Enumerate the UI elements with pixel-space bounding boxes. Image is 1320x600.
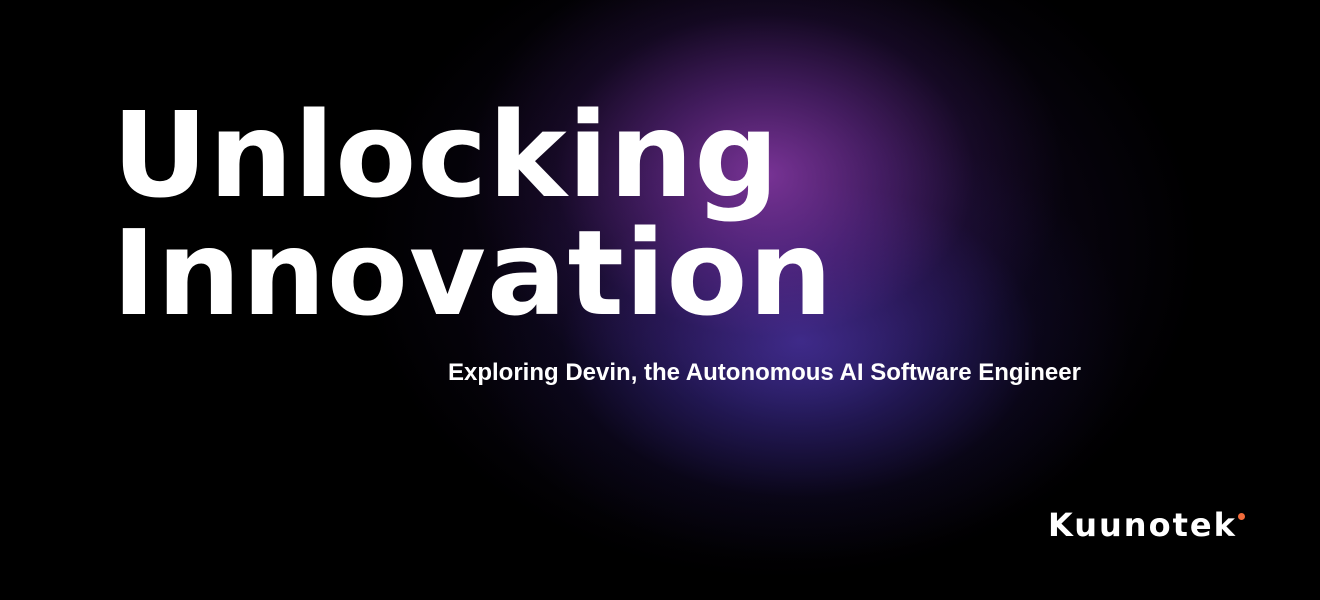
- subtitle: Exploring Devin, the Autonomous AI Softw…: [448, 359, 1081, 386]
- brand-logo: Kuunotek: [1048, 503, 1268, 553]
- headline-line-2: Innovation: [112, 204, 834, 342]
- headline-line-1: Unlocking: [112, 86, 780, 224]
- brand-logo-text: Kuunotek: [1048, 506, 1237, 544]
- headline: Unlocking Innovation: [112, 96, 833, 332]
- banner: Unlocking Innovation Exploring Devin, th…: [0, 0, 1320, 600]
- brand-logo-accent-dot: [1238, 513, 1245, 520]
